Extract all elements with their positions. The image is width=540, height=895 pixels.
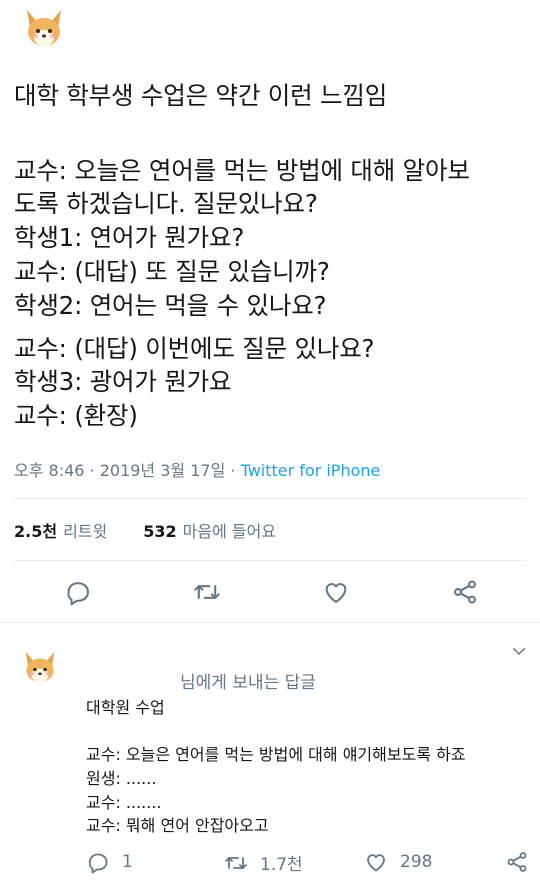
tweet-text-line: 교수: (대답) 이번에도 질문 있나요? (14, 334, 375, 363)
tweet-stats: 2.5천 리트윗 532 마음에 들어요 (14, 518, 276, 542)
retweets-stat[interactable]: 2.5천 리트윗 (14, 522, 107, 541)
chevron-down-icon (513, 648, 525, 655)
reply-text-line: 원생: ...... (86, 769, 157, 788)
tweet-text-line: 학생2: 연어는 먹을 수 있나요? (14, 291, 327, 320)
like-icon (325, 583, 347, 603)
tweet-text-line: 학생3: 광어가 뭔가요 (14, 367, 232, 396)
share-button[interactable] (451, 578, 479, 606)
corgi-avatar-icon (18, 645, 62, 689)
retweet-icon (225, 856, 247, 869)
like-button[interactable] (322, 578, 350, 606)
tweet-text-line: 교수: (환장) (14, 401, 138, 430)
divider (14, 560, 526, 561)
tweet-text-line: 대학 학부생 수업은 약간 이런 느낌임 (14, 81, 388, 110)
reply-retweet-button[interactable]: 1.7천 (224, 850, 303, 875)
tweet-text-line: 학생1: 연어가 뭔가요? (14, 223, 245, 252)
tweet-text-line: 교수: (대답) 또 질문 있습니까? (14, 257, 330, 286)
reply-text-line: 교수: 오늘은 연어를 먹는 방법에 대해 얘기해보도록 하죠 (86, 745, 466, 764)
retweet-count: 1.7천 (260, 855, 303, 875)
like-icon (367, 854, 385, 872)
retweet-icon (194, 585, 220, 599)
reply-like-button[interactable]: 298 (364, 850, 432, 874)
likes-stat[interactable]: 532 마음에 들어요 (143, 522, 276, 541)
divider (14, 498, 526, 499)
reply-icon (67, 582, 89, 606)
retweet-button[interactable] (193, 578, 221, 606)
likes-label: 마음에 들어요 (182, 522, 277, 541)
tweet-meta: 오후 8:46 · 2019년 3월 17일 · Twitter for iPh… (14, 457, 380, 481)
tweet-source-link[interactable]: Twitter for iPhone (241, 461, 381, 480)
tweet-text-line: 도록 하겠습니다. 질문있나요? (14, 189, 318, 218)
section-separator (0, 622, 540, 623)
likes-count: 532 (143, 522, 177, 541)
share-icon (507, 852, 527, 872)
reply-share-button[interactable] (505, 850, 529, 874)
reply-text-line: 대학원 수업 (86, 698, 165, 717)
reply-menu-button[interactable] (510, 642, 528, 660)
reply-text-line: 교수: ....... (86, 793, 162, 812)
reply-icon (88, 853, 108, 874)
reply-text-line: 교수: 뭐해 연어 안잡아오고 (86, 816, 269, 835)
reply-count: 1 (122, 852, 133, 872)
like-count: 298 (400, 852, 433, 872)
retweets-label: 리트윗 (63, 522, 108, 541)
replying-to-label[interactable]: 님에게 보내는 답글 (180, 668, 316, 693)
tweet-timestamp[interactable]: 오후 8:46 · 2019년 3월 17일 · (14, 461, 241, 480)
tweet-text-line: 교수: 오늘은 연어를 먹는 방법에 대해 알아보 (14, 156, 470, 185)
reply-author-avatar[interactable] (18, 645, 62, 689)
author-avatar[interactable] (18, 2, 70, 54)
retweets-count: 2.5천 (14, 522, 58, 541)
share-icon (454, 580, 476, 604)
reply-reply-button[interactable]: 1 (86, 850, 133, 874)
reply-button[interactable] (64, 578, 92, 606)
corgi-avatar-icon (18, 2, 70, 54)
